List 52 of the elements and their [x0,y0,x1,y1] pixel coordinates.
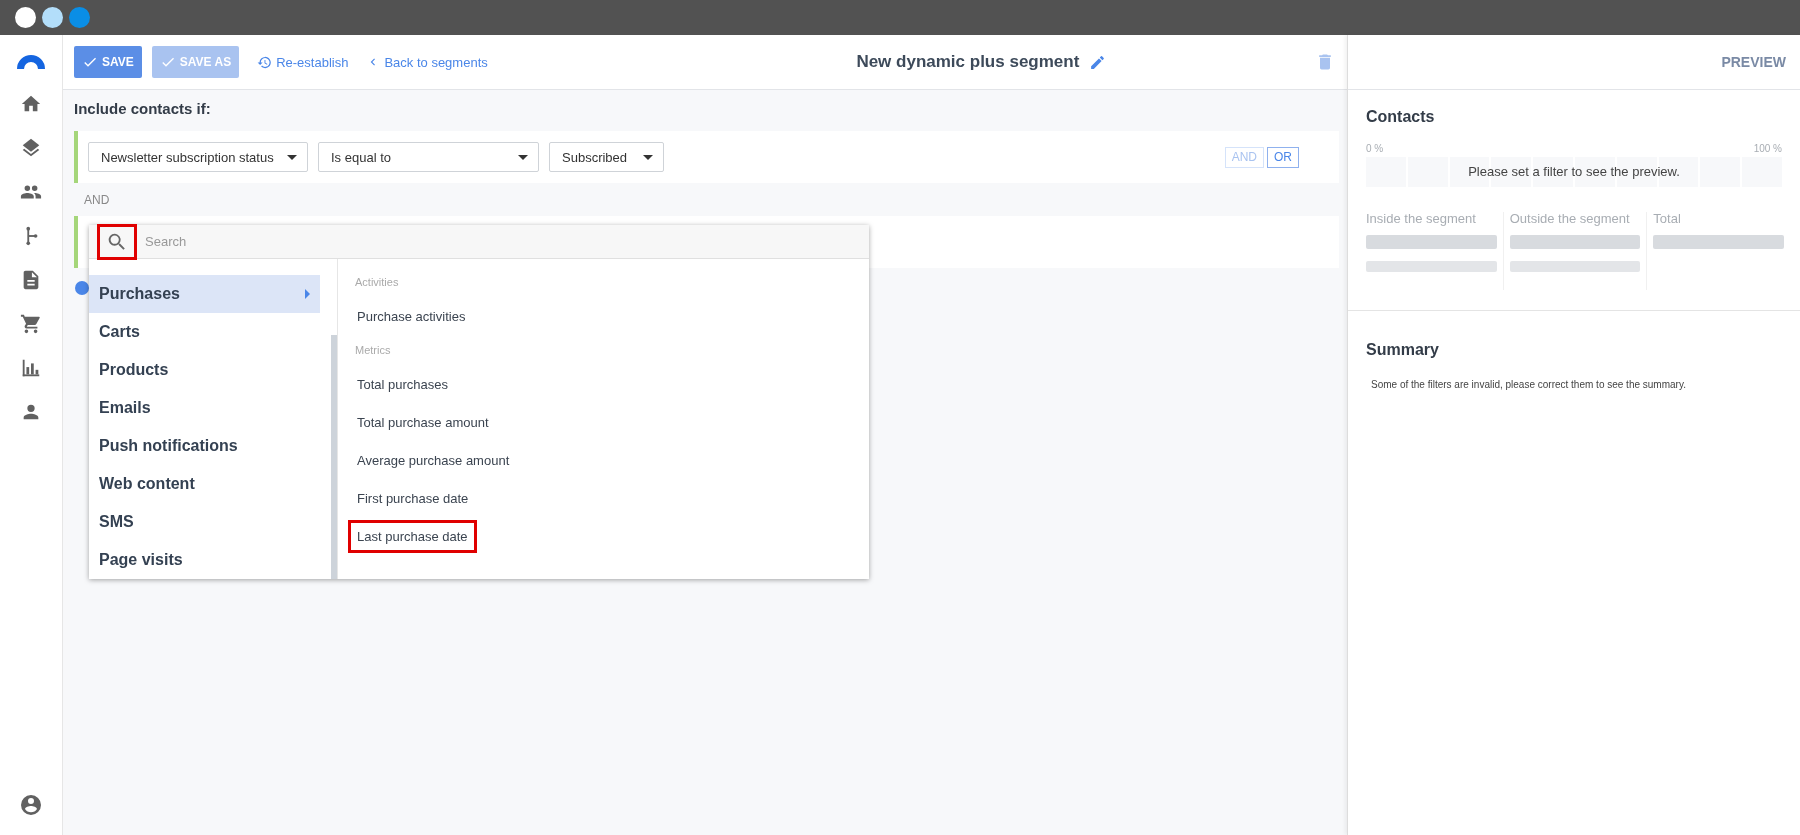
menu-option[interactable]: Total purchase amount [348,405,498,439]
connector-label: AND [83,192,111,209]
caret-icon [287,154,297,160]
stat-label: Total [1653,212,1682,225]
preview-message: Please set a filter to see the preview. [1467,164,1681,179]
scale-label: 0 % [1366,143,1384,154]
menu-option[interactable]: Purchase activities [348,299,475,333]
window-minimize-dot[interactable] [42,7,63,28]
summary-heading: Summary [1366,341,1440,359]
summary-message: Some of the filters are invalid, please correct them to see the summary. [1371,379,1687,390]
history-icon [257,54,273,70]
stat-label: Outside the segment [1509,212,1631,225]
filter-dropdown[interactable]: Is equal to [318,142,539,172]
category-item[interactable]: Purchases [89,275,320,313]
category-item[interactable]: Carts [89,313,320,351]
scale-label: 100 % [1753,143,1782,154]
back-link[interactable]: Back to segments [366,54,488,70]
menu-option[interactable]: First purchase date [348,481,478,515]
window-maximize-dot[interactable] [69,7,90,28]
chart-icon[interactable] [20,357,42,379]
category-item[interactable]: Push notifications [89,427,320,465]
menu-option[interactable]: Last purchase date [348,519,477,553]
category-item[interactable]: Page visits [89,541,320,579]
caret-icon [643,154,653,160]
category-item[interactable]: Products [89,351,320,389]
cart-icon[interactable] [20,313,42,335]
logic-operator-button[interactable]: OR [1267,146,1299,168]
submenu-arrow-icon [305,289,310,299]
re-establish-link[interactable]: Re-establish [257,54,349,70]
search-field[interactable]: Search [143,233,861,250]
filter-dropdown[interactable]: Subscribed [549,142,664,172]
menu-option[interactable]: Total purchases [348,367,458,401]
menu-option[interactable]: Average purchase amount [348,443,519,477]
contacts-heading: Contacts [1366,108,1436,126]
window-close-dot[interactable] [15,7,36,28]
layers-icon[interactable] [20,137,42,159]
edit-icon[interactable] [1089,53,1107,71]
stat-label: Inside the segment [1366,212,1477,225]
logo-icon[interactable] [16,53,46,69]
category-item[interactable]: SMS [89,503,320,541]
section-heading: Include contacts if: [74,99,212,119]
group-heading: Metrics [354,343,392,358]
segment-title: New dynamic plus segment [856,52,1080,72]
account-icon[interactable] [19,793,43,817]
category-item[interactable]: Emails [89,389,320,427]
filter-dropdown[interactable]: Newsletter subscription status [88,142,308,172]
group-heading: Activities [354,275,400,290]
caret-icon [518,154,528,160]
preview-tab[interactable]: PREVIEW [1721,54,1786,70]
search-bar[interactable]: Search [89,225,869,259]
category-item[interactable]: Web content [89,465,320,503]
add-filter-icon[interactable] [75,281,89,295]
